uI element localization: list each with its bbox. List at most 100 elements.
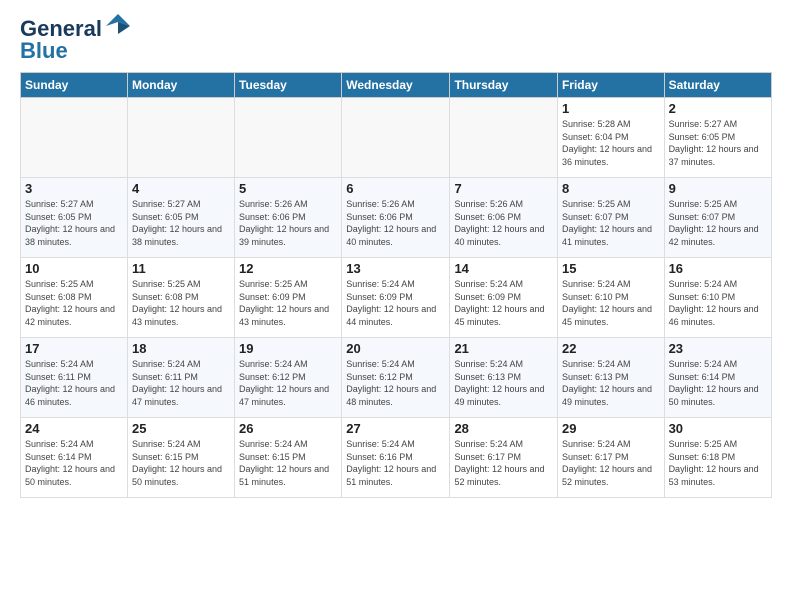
day-number: 5	[239, 181, 337, 196]
day-info: Sunrise: 5:24 AM Sunset: 6:13 PM Dayligh…	[562, 358, 660, 408]
weekday-header: Thursday	[450, 73, 558, 98]
day-number: 16	[669, 261, 767, 276]
calendar-cell	[127, 98, 234, 178]
calendar-cell: 12 Sunrise: 5:25 AM Sunset: 6:09 PM Dayli…	[235, 258, 342, 338]
day-info: Sunrise: 5:25 AM Sunset: 6:18 PM Dayligh…	[669, 438, 767, 488]
day-info: Sunrise: 5:27 AM Sunset: 6:05 PM Dayligh…	[669, 118, 767, 168]
calendar-table: SundayMondayTuesdayWednesdayThursdayFrid…	[20, 72, 772, 498]
calendar-cell: 10 Sunrise: 5:25 AM Sunset: 6:08 PM Dayli…	[21, 258, 128, 338]
day-info: Sunrise: 5:24 AM Sunset: 6:11 PM Dayligh…	[25, 358, 123, 408]
calendar-cell	[21, 98, 128, 178]
calendar-cell: 27 Sunrise: 5:24 AM Sunset: 6:16 PM Dayli…	[342, 418, 450, 498]
calendar-cell: 9Sunrise: 5:25 AM Sunset: 6:07 PM Daylig…	[664, 178, 771, 258]
day-number: 28	[454, 421, 553, 436]
calendar-cell: 7 Sunrise: 5:26 AM Sunset: 6:06 PM Daylig…	[450, 178, 558, 258]
day-number: 3	[25, 181, 123, 196]
day-info: Sunrise: 5:24 AM Sunset: 6:14 PM Dayligh…	[669, 358, 767, 408]
weekday-header: Tuesday	[235, 73, 342, 98]
calendar-cell: 17 Sunrise: 5:24 AM Sunset: 6:11 PM Dayli…	[21, 338, 128, 418]
day-info: Sunrise: 5:27 AM Sunset: 6:05 PM Dayligh…	[132, 198, 230, 248]
day-info: Sunrise: 5:26 AM Sunset: 6:06 PM Dayligh…	[454, 198, 553, 248]
calendar-cell: 6 Sunrise: 5:26 AM Sunset: 6:06 PM Daylig…	[342, 178, 450, 258]
day-number: 8	[562, 181, 660, 196]
day-info: Sunrise: 5:24 AM Sunset: 6:13 PM Dayligh…	[454, 358, 553, 408]
day-info: Sunrise: 5:25 AM Sunset: 6:08 PM Dayligh…	[132, 278, 230, 328]
day-info: Sunrise: 5:24 AM Sunset: 6:09 PM Dayligh…	[346, 278, 445, 328]
calendar-cell: 28 Sunrise: 5:24 AM Sunset: 6:17 PM Dayli…	[450, 418, 558, 498]
day-info: Sunrise: 5:24 AM Sunset: 6:12 PM Dayligh…	[239, 358, 337, 408]
calendar-cell: 14Sunrise: 5:24 AM Sunset: 6:09 PM Dayli…	[450, 258, 558, 338]
day-number: 4	[132, 181, 230, 196]
day-number: 17	[25, 341, 123, 356]
calendar-cell: 19 Sunrise: 5:24 AM Sunset: 6:12 PM Dayli…	[235, 338, 342, 418]
day-number: 2	[669, 101, 767, 116]
day-number: 26	[239, 421, 337, 436]
day-info: Sunrise: 5:24 AM Sunset: 6:10 PM Dayligh…	[562, 278, 660, 328]
calendar-cell: 15 Sunrise: 5:24 AM Sunset: 6:10 PM Dayli…	[557, 258, 664, 338]
day-number: 29	[562, 421, 660, 436]
calendar-cell	[235, 98, 342, 178]
weekday-header: Wednesday	[342, 73, 450, 98]
day-info: Sunrise: 5:24 AM Sunset: 6:17 PM Dayligh…	[562, 438, 660, 488]
page-header: General Blue	[0, 0, 792, 72]
day-number: 15	[562, 261, 660, 276]
day-number: 12	[239, 261, 337, 276]
calendar-cell: 22 Sunrise: 5:24 AM Sunset: 6:13 PM Dayli…	[557, 338, 664, 418]
day-info: Sunrise: 5:24 AM Sunset: 6:09 PM Dayligh…	[454, 278, 553, 328]
weekday-header: Saturday	[664, 73, 771, 98]
day-info: Sunrise: 5:25 AM Sunset: 6:08 PM Dayligh…	[25, 278, 123, 328]
calendar-cell: 24 Sunrise: 5:24 AM Sunset: 6:14 PM Dayli…	[21, 418, 128, 498]
calendar-cell: 29 Sunrise: 5:24 AM Sunset: 6:17 PM Dayli…	[557, 418, 664, 498]
calendar-cell: 4 Sunrise: 5:27 AM Sunset: 6:05 PM Daylig…	[127, 178, 234, 258]
day-info: Sunrise: 5:24 AM Sunset: 6:16 PM Dayligh…	[346, 438, 445, 488]
calendar-cell: 2 Sunrise: 5:27 AM Sunset: 6:05 PM Daylig…	[664, 98, 771, 178]
day-info: Sunrise: 5:25 AM Sunset: 6:09 PM Dayligh…	[239, 278, 337, 328]
calendar-cell: 16 Sunrise: 5:24 AM Sunset: 6:10 PM Dayli…	[664, 258, 771, 338]
calendar-cell: 3 Sunrise: 5:27 AM Sunset: 6:05 PM Daylig…	[21, 178, 128, 258]
calendar-cell: 8 Sunrise: 5:25 AM Sunset: 6:07 PM Daylig…	[557, 178, 664, 258]
day-number: 10	[25, 261, 123, 276]
day-info: Sunrise: 5:24 AM Sunset: 6:12 PM Dayligh…	[346, 358, 445, 408]
weekday-header: Friday	[557, 73, 664, 98]
day-info: Sunrise: 5:28 AM Sunset: 6:04 PM Dayligh…	[562, 118, 660, 168]
day-info: Sunrise: 5:24 AM Sunset: 6:10 PM Dayligh…	[669, 278, 767, 328]
calendar-cell: 1 Sunrise: 5:28 AM Sunset: 6:04 PM Daylig…	[557, 98, 664, 178]
day-number: 20	[346, 341, 445, 356]
calendar-cell: 21 Sunrise: 5:24 AM Sunset: 6:13 PM Dayli…	[450, 338, 558, 418]
day-number: 6	[346, 181, 445, 196]
day-info: Sunrise: 5:24 AM Sunset: 6:14 PM Dayligh…	[25, 438, 123, 488]
day-number: 25	[132, 421, 230, 436]
day-info: Sunrise: 5:26 AM Sunset: 6:06 PM Dayligh…	[239, 198, 337, 248]
calendar-cell: 20 Sunrise: 5:24 AM Sunset: 6:12 PM Dayli…	[342, 338, 450, 418]
calendar-cell: 11 Sunrise: 5:25 AM Sunset: 6:08 PM Dayli…	[127, 258, 234, 338]
calendar-container: SundayMondayTuesdayWednesdayThursdayFrid…	[0, 72, 792, 506]
day-number: 30	[669, 421, 767, 436]
day-number: 18	[132, 341, 230, 356]
day-number: 23	[669, 341, 767, 356]
calendar-cell: 13 Sunrise: 5:24 AM Sunset: 6:09 PM Dayli…	[342, 258, 450, 338]
day-info: Sunrise: 5:24 AM Sunset: 6:17 PM Dayligh…	[454, 438, 553, 488]
day-info: Sunrise: 5:26 AM Sunset: 6:06 PM Dayligh…	[346, 198, 445, 248]
day-info: Sunrise: 5:24 AM Sunset: 6:15 PM Dayligh…	[132, 438, 230, 488]
day-number: 19	[239, 341, 337, 356]
day-number: 21	[454, 341, 553, 356]
weekday-header: Monday	[127, 73, 234, 98]
day-number: 13	[346, 261, 445, 276]
calendar-cell: 23 Sunrise: 5:24 AM Sunset: 6:14 PM Dayli…	[664, 338, 771, 418]
day-number: 27	[346, 421, 445, 436]
day-number: 11	[132, 261, 230, 276]
day-number: 24	[25, 421, 123, 436]
calendar-cell: 25 Sunrise: 5:24 AM Sunset: 6:15 PM Dayli…	[127, 418, 234, 498]
day-number: 1	[562, 101, 660, 116]
calendar-cell: 30 Sunrise: 5:25 AM Sunset: 6:18 PM Dayli…	[664, 418, 771, 498]
calendar-cell	[342, 98, 450, 178]
day-number: 22	[562, 341, 660, 356]
day-number: 9	[669, 181, 767, 196]
weekday-header: Sunday	[21, 73, 128, 98]
day-info: Sunrise: 5:25 AM Sunset: 6:07 PM Dayligh…	[562, 198, 660, 248]
calendar-cell: 26Sunrise: 5:24 AM Sunset: 6:15 PM Dayli…	[235, 418, 342, 498]
logo: General Blue	[20, 16, 132, 64]
day-info: Sunrise: 5:27 AM Sunset: 6:05 PM Dayligh…	[25, 198, 123, 248]
calendar-cell: 18Sunrise: 5:24 AM Sunset: 6:11 PM Dayli…	[127, 338, 234, 418]
day-number: 7	[454, 181, 553, 196]
